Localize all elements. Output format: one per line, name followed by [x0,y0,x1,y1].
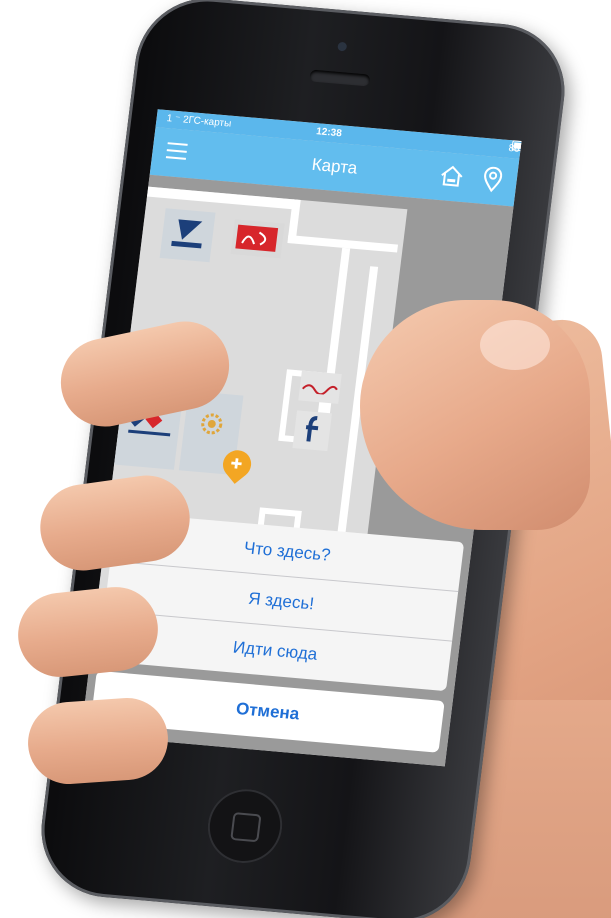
little-finger [25,695,171,787]
shop-logo [164,215,210,256]
map-wall [147,186,298,210]
location-pin-icon[interactable] [481,166,504,194]
home-icon[interactable] [437,162,466,190]
status-time: 12:38 [315,126,343,140]
thumbnail [480,320,550,370]
star-icon: ✚ [229,455,244,472]
shop-logo [235,224,279,252]
shop-logo [298,413,328,449]
photo-scene: 1 ⁻ 2ГС-карты 12:38 88% Карта ✚ Что здес… [0,0,611,918]
home-square-icon [230,812,262,843]
shop-logo [191,406,231,445]
